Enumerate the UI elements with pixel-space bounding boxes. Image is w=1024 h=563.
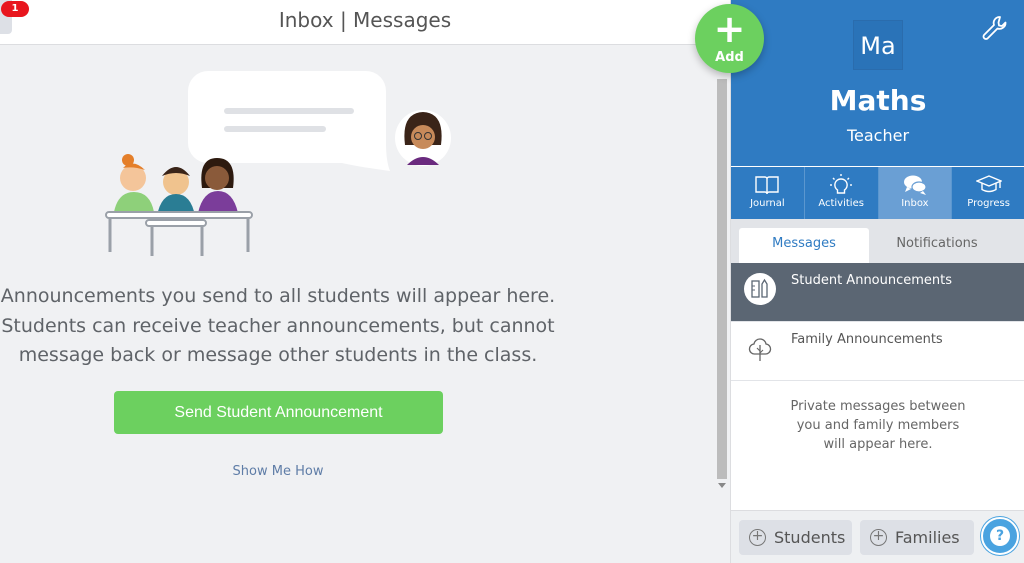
chat-bubbles-icon — [903, 175, 927, 195]
nav-progress-label: Progress — [967, 198, 1010, 209]
wrench-icon[interactable] — [980, 14, 1008, 42]
book-icon — [755, 176, 780, 195]
nav-progress[interactable]: Progress — [952, 167, 1024, 219]
tab-notifications[interactable]: Notifications — [869, 228, 1005, 263]
bottom-bar: + Students + Families ? — [731, 510, 1024, 563]
send-student-announcement-button[interactable]: Send Student Announcement — [114, 391, 443, 434]
conversation-label: Student Announcements — [791, 273, 953, 288]
tab-messages[interactable]: Messages — [739, 228, 869, 263]
scrollbar[interactable] — [715, 62, 729, 492]
private-note-line: Private messages between — [790, 399, 966, 414]
empty-state-line: Announcements you send to all students w… — [0, 285, 556, 307]
graduation-cap-icon — [975, 175, 1002, 193]
inbox-tabs: Messages Notifications — [731, 219, 1024, 263]
empty-state-line: Students can receive teacher announcemen… — [1, 314, 555, 337]
school-supplies-icon — [744, 273, 776, 305]
private-note-line: will appear here. — [823, 437, 933, 452]
conversation-family-announcements[interactable]: Family Announcements — [731, 322, 1024, 381]
add-button[interactable]: + Add — [695, 4, 764, 73]
class-name: Maths — [829, 84, 927, 117]
top-bar: 1 Inbox | Messages — [0, 0, 730, 45]
nav-journal-label: Journal — [750, 198, 785, 209]
class-sidebar: Ma Maths Teacher Journal Activities Inbo… — [730, 0, 1024, 563]
class-role: Teacher — [846, 126, 910, 145]
classroom-illustration — [105, 71, 451, 256]
students-label: Students — [774, 528, 846, 547]
conversation-student-announcements[interactable]: Student Announcements — [731, 263, 1024, 322]
nav-activities[interactable]: Activities — [805, 167, 879, 219]
plus-circle-icon: + — [870, 529, 887, 546]
add-button-label: Add — [715, 50, 744, 65]
scroll-down-arrow-icon[interactable] — [718, 483, 726, 488]
page-title: Inbox | Messages — [278, 8, 452, 32]
add-families-button[interactable]: + Families — [860, 520, 974, 555]
tree-icon — [748, 338, 772, 361]
show-me-how-link[interactable]: Show Me How — [178, 464, 378, 479]
plus-icon: + — [713, 7, 746, 51]
empty-state-line: message back or message other students i… — [18, 344, 538, 366]
help-button[interactable]: ? — [981, 517, 1019, 555]
class-header: Ma Maths Teacher — [731, 0, 1024, 166]
class-avatar: Ma — [853, 20, 903, 70]
add-students-button[interactable]: + Students — [739, 520, 852, 555]
empty-state-message: Announcements you send to all students w… — [0, 282, 556, 371]
nav-journal[interactable]: Journal — [731, 167, 805, 219]
families-label: Families — [895, 528, 960, 547]
private-note-line: you and family members — [796, 418, 960, 433]
lightbulb-icon — [830, 174, 853, 194]
scroll-thumb[interactable] — [717, 79, 727, 479]
question-icon: ? — [990, 526, 1010, 546]
nav-activities-label: Activities — [818, 198, 864, 209]
nav-inbox[interactable]: Inbox — [878, 167, 953, 219]
conversation-label: Family Announcements — [791, 332, 943, 347]
nav-inbox-label: Inbox — [901, 198, 929, 209]
class-nav: Journal Activities Inbox Progress — [731, 167, 1024, 219]
main-panel: 1 Inbox | Messages Announcements you sen… — [0, 0, 730, 563]
plus-circle-icon: + — [749, 529, 766, 546]
private-messages-note: Private messages between you and family … — [731, 397, 1024, 454]
